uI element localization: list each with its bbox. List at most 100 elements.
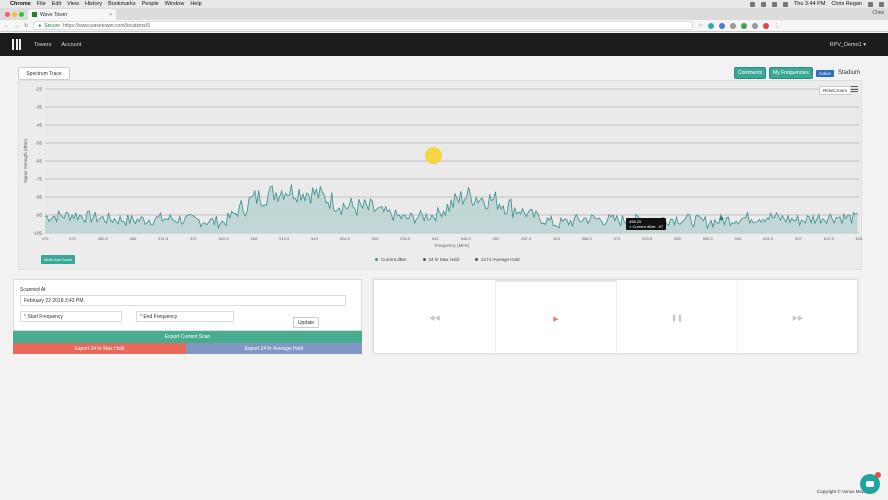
legend-item-current[interactable]: Current dBm [375,257,407,262]
spectrum-chart-panel: -25 -35 -45 -55 -65 -75 -85 -95 -105 470 475 480.5 4… [18,80,863,270]
comments-button[interactable]: Comments [733,67,767,79]
reload-icon[interactable]: ↻ [24,23,28,29]
export-max-hold-button[interactable]: Export 24 hr Max Hold [13,343,186,354]
back-icon[interactable]: ← [4,23,9,29]
browser-profile[interactable]: Chris [872,10,884,16]
menu-history[interactable]: History [85,1,102,7]
x-tick-label: 612.5 [824,236,835,241]
x-tick-label: 607 [795,236,802,241]
y-tick-label: -35 [35,105,42,110]
x-tick-label: 502.5 [219,236,230,241]
y-tick-label: -55 [35,141,42,146]
spectrum-chart[interactable]: -25 -35 -45 -55 -65 -75 -85 -95 -105470 475 480.5 4… [19,81,863,251]
app-navbar: Towers Account RPV_Demo1 ▾ [0,33,888,56]
x-tick-label: 579.5 [642,236,653,241]
wifi-icon[interactable] [760,1,766,7]
search-icon[interactable] [868,1,873,7]
close-window-icon[interactable] [5,12,10,17]
fast-forward-icon[interactable]: ▶▶ [737,280,858,355]
menu-app-name[interactable]: Chrome [10,1,31,7]
x-tick-label: 491.5 [158,236,169,241]
url-text[interactable]: https://www.wavetower.com/locations/9 [63,23,150,29]
nav-towers[interactable]: Towers [34,42,51,48]
rewind-icon[interactable]: ◀◀ [374,280,495,355]
status-icon[interactable] [749,1,755,7]
y-tick-label: -25 [35,87,42,92]
volume-icon[interactable] [771,1,777,7]
list-icon[interactable] [879,1,884,7]
extension-icon[interactable] [707,22,714,29]
x-tick-label: 524.5 [340,236,351,241]
copyright: Copyright © Vonus Media [816,489,868,494]
browser-tab[interactable]: Wave Tower × [28,9,116,20]
maximize-window-icon[interactable] [19,12,24,17]
x-tick-label: 590.5 [703,236,714,241]
nav-account[interactable]: Account [61,42,81,48]
tooltip-value: -97 [657,224,664,229]
menu-window[interactable]: Window [165,1,185,7]
y-tick-label: -45 [35,123,42,128]
close-tab-icon[interactable]: × [109,12,112,18]
start-frequency-field[interactable]: * Start Frequency [20,311,122,322]
user-menu[interactable]: RPV_Demo1 ▾ [830,42,866,48]
location-name: Stadium [837,70,860,76]
x-tick-label: 574 [614,236,621,241]
status-badge: Active [815,69,834,77]
x-tick-label: 475 [69,236,76,241]
address-bar[interactable]: ● Secure https://www.wavetower.com/locat… [33,21,694,30]
legend-item-average-hold[interactable]: 24 hr Average Hold [475,257,519,262]
battery-icon[interactable] [782,1,788,7]
location-actions: Comments My Frequencies Active Stadium [733,67,860,79]
menu-help[interactable]: Help [190,1,201,7]
export-current-scan-button[interactable]: Export Current Scan [13,331,362,343]
x-axis-title: Frequency (MHz) [435,243,470,248]
scanned-at-field[interactable]: February 22 2018 3:43 PM [20,295,346,306]
menu-file[interactable]: File [37,1,46,7]
menu-bookmarks[interactable]: Bookmarks [108,1,136,7]
forward-icon[interactable]: → [14,23,19,29]
extension-icon[interactable] [762,22,769,29]
x-tick-label: 618 [856,236,863,241]
x-tick-label: 601.5 [763,236,774,241]
playback-panel: ◀◀ ▶ ❚❚ ▶▶ [373,279,858,355]
x-tick-label: 557.5 [521,236,532,241]
extension-icon[interactable] [729,22,736,29]
menu-people[interactable]: People [142,1,159,7]
spectrum-trace-button[interactable]: Spectrum Trace [18,67,70,80]
y-axis-title: Signal Strength (dBm) [23,138,28,183]
y-tick-label: -85 [35,195,42,200]
chart-menu-icon[interactable] [851,86,858,92]
multi-axis-scale-button[interactable]: Multi Axis Scale [41,255,76,264]
legend-item-max-hold[interactable]: 24 hr Max Hold [422,257,459,262]
update-button[interactable]: Update [293,317,319,328]
menubar-clock[interactable]: Thu 3:44 PM [794,1,826,7]
bookmark-star-icon[interactable]: ☆ [698,23,702,29]
menu-view[interactable]: View [67,1,79,7]
browser-toolbar: ← → ↻ ● Secure https://www.wavetower.com… [0,20,888,32]
pause-icon[interactable]: ❚❚ [616,280,737,355]
browser-menu-icon[interactable]: ⋮ [774,23,779,29]
y-tick-label: -75 [35,177,42,182]
end-frequency-field[interactable]: * End Frequency [136,311,234,322]
extension-icon[interactable] [751,22,758,29]
favicon-icon [32,12,37,17]
extension-icon[interactable] [718,22,725,29]
wavetower-logo-icon[interactable] [12,39,22,50]
x-tick-label: 470 [42,236,49,241]
x-tick-label: 535.5 [400,236,411,241]
menu-edit[interactable]: Edit [52,1,61,7]
minimize-window-icon[interactable] [12,12,17,17]
x-tick-label: 519 [311,236,318,241]
hover-point [719,216,724,221]
browser-tab-bar: Wave Tower × Chris [0,8,888,20]
play-icon[interactable]: ▶ [495,280,616,355]
reset-zoom-button[interactable]: Reset zoom [819,86,852,95]
x-tick-label: 486 [130,236,137,241]
menubar-user[interactable]: Chris Regan [831,1,862,7]
x-tick-label: 541 [432,236,439,241]
y-tick-label: -95 [35,213,42,218]
my-frequencies-button[interactable]: My Frequencies [769,67,813,79]
export-average-hold-button[interactable]: Export 24 hr Average Hold [186,343,362,354]
notification-badge [875,472,881,478]
extension-icon[interactable] [740,22,747,29]
